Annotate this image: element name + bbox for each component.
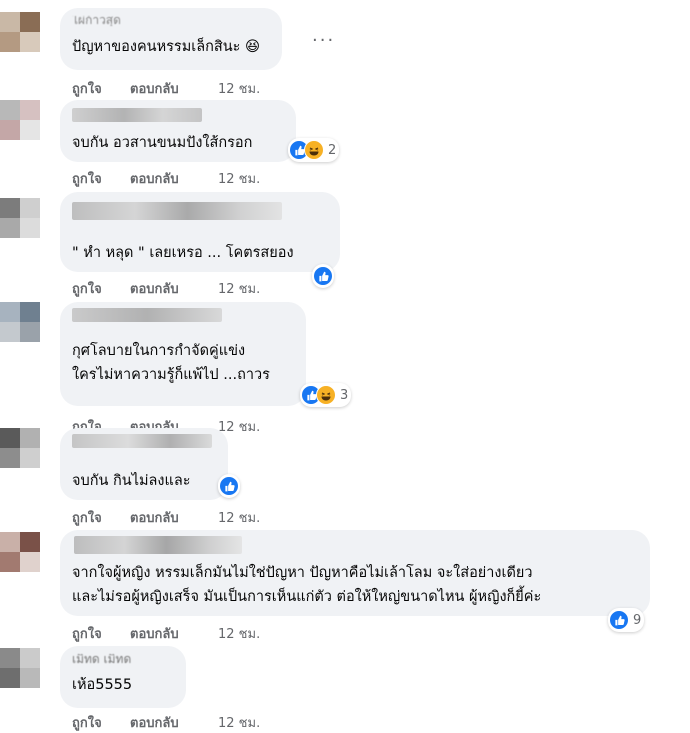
commenter-avatar[interactable] [0,648,40,688]
comment-actions: ถูกใจ ตอบกลับ 12 ชม. [72,712,260,733]
timestamp[interactable]: 12 ชม. [218,168,260,189]
reaction-count: 9 [633,612,642,628]
reaction-count: 2 [328,142,337,158]
comment-bubble: เมิทด เมิทด เห้อ5555 [60,646,186,708]
haha-reaction-icon [316,385,336,405]
like-link[interactable]: ถูกใจ [72,712,130,733]
like-reaction-icon [609,610,629,630]
reply-link[interactable]: ตอบกลับ [130,507,218,528]
reply-link[interactable]: ตอบกลับ [130,712,218,733]
comment-text: และไม่รอผู้หญิงเสร็จ มันเป็นการเห็นแก่ตั… [72,589,542,605]
commenter-avatar[interactable] [0,12,40,52]
haha-reaction-icon [304,140,324,160]
like-link[interactable]: ถูกใจ [72,168,130,189]
reaction-summary[interactable] [218,474,240,498]
comment-actions: ถูกใจ ตอบกลับ 12 ชม. [72,278,260,299]
reply-link[interactable]: ตอบกลับ [130,78,218,99]
reaction-count: 3 [340,387,349,403]
comment-text: ปัญหาของคนหรรมเล็กสินะ 😆 [72,39,261,55]
timestamp[interactable]: 12 ชม. [218,623,260,644]
comment-text: จากใจผู้หญิง หรรมเล็กมันไม่ใช่ปัญหา ปัญห… [72,565,533,581]
comment-text: เห้อ5555 [72,677,133,693]
timestamp[interactable]: 12 ชม. [218,278,260,299]
comment-bubble: " หำ หลุด " เลยเหรอ ... โคตรสยอง [60,192,340,272]
comment-text: ใครไม่หาความรู้ก็แพ้ไป ...ถาวร [72,367,270,383]
reaction-summary[interactable]: 3 [300,383,352,407]
comment-bubble: จบกัน กินไม่ลงและ [60,428,228,500]
comment-text: กุศโลบายในการกำจัดคู่แข่ง [72,343,246,359]
commenter-avatar[interactable] [0,428,40,468]
commenter-name[interactable] [72,202,282,220]
like-reaction-icon [313,266,333,286]
comment-actions: ถูกใจ ตอบกลับ 12 ชม. [72,623,260,644]
reply-link[interactable]: ตอบกลับ [130,623,218,644]
reaction-summary[interactable] [312,264,334,288]
commenter-avatar[interactable] [0,100,40,140]
timestamp[interactable]: 12 ชม. [218,78,260,99]
like-link[interactable]: ถูกใจ [72,78,130,99]
commenter-avatar[interactable] [0,302,40,342]
commenter-avatar[interactable] [0,532,40,572]
like-link[interactable]: ถูกใจ [72,278,130,299]
comment-text: จบกัน อวสานขนมปังใส้กรอก [72,135,253,151]
reaction-summary[interactable]: 9 [608,608,645,632]
like-link[interactable]: ถูกใจ [72,623,130,644]
comment-bubble: ไผ่ก้าวสุด ปัญหาของคนหรรมเล็กสินะ 😆 [60,8,282,70]
comment-bubble: จบกัน อวสานขนมปังใส้กรอก [60,100,296,162]
commenter-name[interactable] [72,434,212,448]
commenter-name[interactable]: เมิทด เมิทด [72,654,174,666]
commenter-name[interactable] [72,308,222,322]
comment-actions: ถูกใจ ตอบกลับ 12 ชม. [72,78,260,99]
reaction-summary[interactable]: 2 [288,138,340,162]
reply-link[interactable]: ตอบกลับ [130,168,218,189]
more-options-icon[interactable]: ··· [312,30,335,51]
like-link[interactable]: ถูกใจ [72,507,130,528]
commenter-name[interactable]: ไผ่ก้าวสุด [72,16,270,26]
comment-actions: ถูกใจ ตอบกลับ 12 ชม. [72,507,260,528]
timestamp[interactable]: 12 ชม. [218,712,260,733]
commenter-avatar[interactable] [0,198,40,238]
comment-bubble: จากใจผู้หญิง หรรมเล็กมันไม่ใช่ปัญหา ปัญห… [60,530,650,616]
like-reaction-icon [219,476,239,496]
timestamp[interactable]: 12 ชม. [218,416,260,437]
timestamp[interactable]: 12 ชม. [218,507,260,528]
comment-bubble: กุศโลบายในการกำจัดคู่แข่ง ใครไม่หาความรู… [60,302,306,406]
comment-actions: ถูกใจ ตอบกลับ 12 ชม. [72,168,260,189]
comment-text: จบกัน กินไม่ลงและ [72,473,191,489]
commenter-name[interactable] [74,536,242,554]
reply-link[interactable]: ตอบกลับ [130,278,218,299]
comment-text: " หำ หลุด " เลยเหรอ ... โคตรสยอง [72,245,294,261]
commenter-name[interactable] [72,108,202,122]
